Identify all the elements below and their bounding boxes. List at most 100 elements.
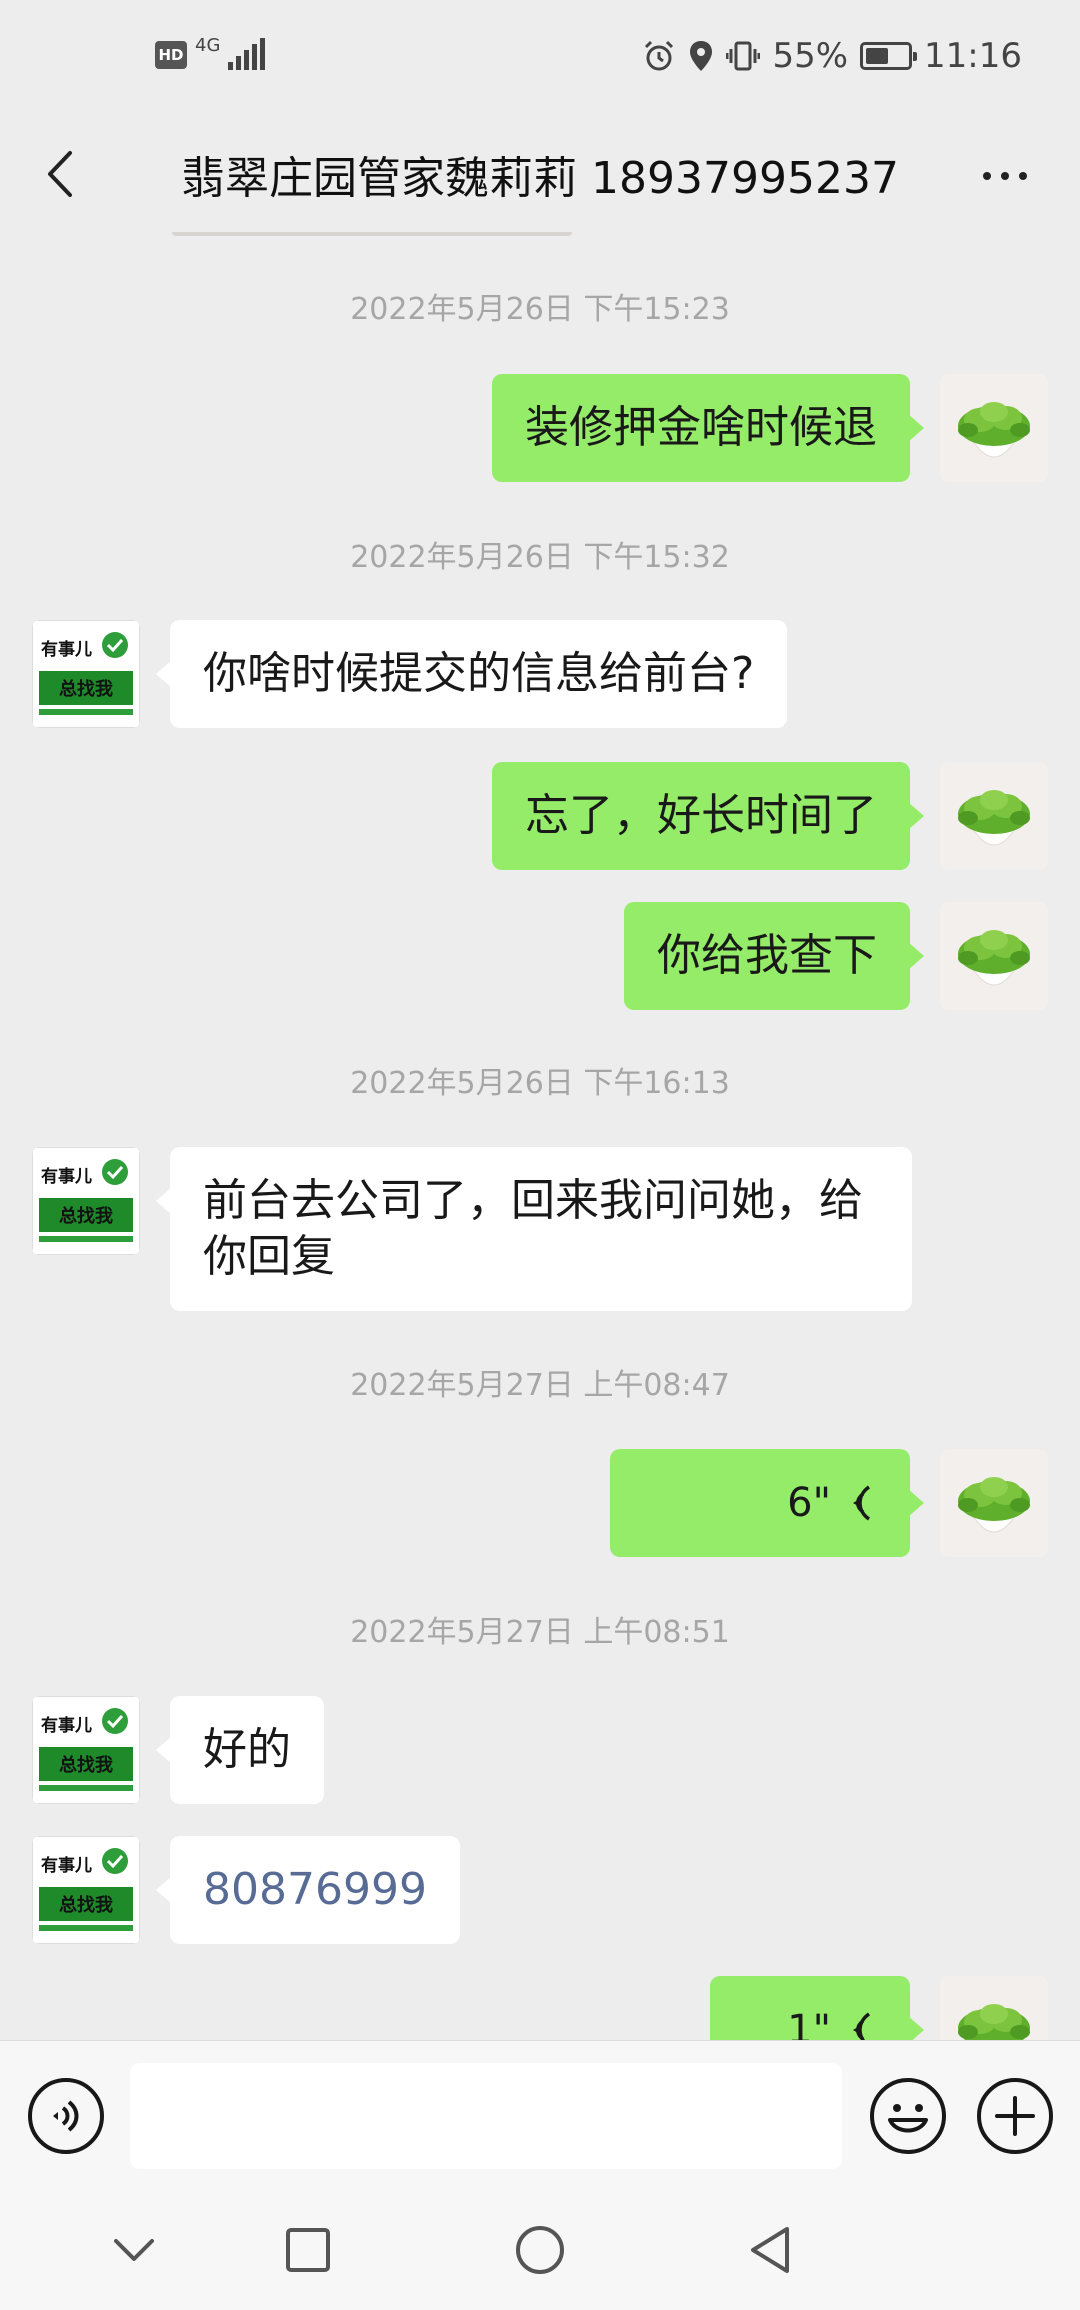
plant-icon bbox=[958, 402, 1030, 458]
hd-badge: HD bbox=[155, 41, 187, 69]
plant-icon bbox=[958, 1477, 1030, 1533]
logo-avatar-image: 有事儿 总找我 bbox=[32, 1836, 140, 1944]
voice-duration: 1" bbox=[787, 2007, 831, 2040]
message-list[interactable]: 2022年5月26日 下午15:23 装修押金啥时候退 2022年5月26日 下… bbox=[0, 232, 1080, 2040]
svg-text:有事儿: 有事儿 bbox=[41, 639, 92, 660]
contact-avatar[interactable]: 有事儿 总找我 bbox=[32, 620, 140, 728]
clock: 11:16 bbox=[924, 36, 1022, 76]
more-dot bbox=[1019, 172, 1027, 180]
chevron-down-icon bbox=[114, 2239, 154, 2261]
chat-header: 翡翠庄园管家魏莉莉 18937995237 bbox=[0, 120, 1080, 232]
svg-text:总找我: 总找我 bbox=[59, 1894, 113, 1916]
self-avatar[interactable] bbox=[940, 374, 1048, 482]
contact-avatar[interactable]: 有事儿 总找我 bbox=[32, 1836, 140, 1944]
signal-icon bbox=[228, 38, 266, 70]
battery-percent: 55% bbox=[772, 36, 849, 76]
status-right: 55% 11:16 bbox=[642, 36, 1022, 76]
logo-avatar-image: 有事儿 总找我 bbox=[32, 620, 140, 728]
voice-wave-icon bbox=[853, 1485, 871, 1521]
svg-text:有事儿: 有事儿 bbox=[41, 1715, 92, 1736]
plant-icon bbox=[958, 2004, 1030, 2040]
more-button[interactable] bbox=[970, 146, 1040, 206]
previous-message-edge bbox=[172, 232, 572, 236]
message-input[interactable] bbox=[130, 2063, 842, 2169]
chat-title: 翡翠庄园管家魏莉莉 18937995237 bbox=[181, 153, 899, 204]
hide-keyboard-button[interactable] bbox=[104, 2220, 164, 2280]
self-avatar[interactable] bbox=[940, 762, 1048, 870]
recents-button[interactable] bbox=[278, 2220, 338, 2280]
phone-number-link[interactable]: 80876999 bbox=[203, 1864, 427, 1915]
home-button[interactable] bbox=[510, 2220, 570, 2280]
more-dot bbox=[983, 172, 991, 180]
voice-toggle-button[interactable] bbox=[28, 2078, 104, 2154]
input-bar bbox=[0, 2040, 1080, 2190]
plant-avatar-image bbox=[940, 762, 1048, 870]
contact-avatar[interactable]: 有事儿 总找我 bbox=[32, 1147, 140, 1255]
plus-icon bbox=[995, 2096, 1035, 2136]
back-system-button[interactable] bbox=[740, 2220, 800, 2280]
logo-image: 有事儿 总找我 bbox=[33, 1697, 139, 1803]
timestamp: 2022年5月26日 下午15:23 bbox=[350, 292, 730, 327]
triangle-back-icon bbox=[751, 2227, 789, 2273]
more-dot bbox=[1001, 172, 1009, 180]
svg-text:有事儿: 有事儿 bbox=[41, 1855, 92, 1876]
plant-icon bbox=[958, 930, 1030, 986]
message-bubble[interactable]: 前台去公司了，回来我问问她，给你回复 bbox=[156, 1147, 912, 1311]
message-text: 装修押金啥时候退 bbox=[525, 402, 877, 453]
message-bubble[interactable]: 装修押金啥时候退 bbox=[492, 374, 924, 482]
self-avatar[interactable] bbox=[940, 1449, 1048, 1557]
voice-message-bubble[interactable]: 1" bbox=[710, 1976, 924, 2040]
status-bar: HD 4G 55% 11:16 bbox=[0, 0, 1080, 120]
message-text: 忘了，好长时间了 bbox=[525, 790, 877, 841]
voice-message: 1" bbox=[743, 2002, 877, 2040]
voice-toggle-icon bbox=[53, 2100, 79, 2132]
self-avatar[interactable] bbox=[940, 902, 1048, 1010]
timestamp: 2022年5月27日 上午08:51 bbox=[350, 1615, 730, 1650]
status-left: HD 4G bbox=[155, 35, 266, 70]
battery-icon bbox=[860, 42, 918, 70]
message-text: 你给我查下 bbox=[657, 930, 877, 981]
logo-image: 有事儿 总找我 bbox=[33, 621, 139, 727]
contact-avatar[interactable]: 有事儿 总找我 bbox=[32, 1696, 140, 1804]
message-bubble[interactable]: 你给我查下 bbox=[624, 902, 924, 1010]
square-icon bbox=[286, 2228, 330, 2272]
voice-message: 6" bbox=[643, 1475, 877, 1531]
svg-text:有事儿: 有事儿 bbox=[41, 1166, 92, 1187]
message-bubble[interactable]: 80876999 bbox=[156, 1836, 460, 1944]
timestamp: 2022年5月26日 下午15:32 bbox=[350, 540, 730, 575]
message-text: 前台去公司了，回来我问问她，给你回复 bbox=[203, 1175, 863, 1282]
logo-avatar-image: 有事儿 总找我 bbox=[32, 1147, 140, 1255]
voice-wave-icon bbox=[853, 2012, 871, 2040]
vibrate-icon bbox=[726, 41, 761, 71]
plant-avatar-image bbox=[940, 902, 1048, 1010]
plant-avatar-image bbox=[940, 374, 1048, 482]
message-text: 好的 bbox=[203, 1724, 291, 1775]
voice-duration: 6" bbox=[787, 1480, 831, 1526]
logo-avatar-image: 有事儿 总找我 bbox=[32, 1696, 140, 1804]
logo-image: 有事儿 总找我 bbox=[33, 1148, 139, 1254]
battery-fill bbox=[866, 48, 889, 64]
emoji-button[interactable] bbox=[870, 2078, 946, 2154]
logo-image: 有事儿 总找我 bbox=[33, 1837, 139, 1943]
circle-icon bbox=[516, 2226, 564, 2274]
plant-icon bbox=[958, 790, 1030, 846]
voice-message-bubble[interactable]: 6" bbox=[610, 1449, 924, 1557]
self-avatar[interactable] bbox=[940, 1976, 1048, 2040]
timestamp: 2022年5月26日 下午16:13 bbox=[350, 1066, 730, 1101]
svg-text:总找我: 总找我 bbox=[59, 1754, 113, 1776]
svg-text:总找我: 总找我 bbox=[59, 678, 113, 700]
svg-text:总找我: 总找我 bbox=[59, 1205, 113, 1227]
alarm-icon bbox=[645, 40, 674, 71]
plant-avatar-image bbox=[940, 1449, 1048, 1557]
message-text: 你啥时候提交的信息给前台? bbox=[203, 648, 755, 699]
message-bubble[interactable]: 好的 bbox=[156, 1696, 324, 1804]
plant-avatar-image bbox=[940, 1976, 1048, 2040]
network-type: 4G bbox=[195, 34, 221, 56]
emoji-icon bbox=[888, 2104, 928, 2133]
message-bubble[interactable]: 你啥时候提交的信息给前台? bbox=[155, 620, 788, 728]
timestamp: 2022年5月27日 上午08:47 bbox=[350, 1368, 730, 1403]
location-icon bbox=[690, 41, 713, 71]
message-bubble[interactable]: 忘了，好长时间了 bbox=[492, 762, 924, 870]
system-navigation-bar bbox=[0, 2190, 1080, 2310]
plus-button[interactable] bbox=[977, 2078, 1053, 2154]
